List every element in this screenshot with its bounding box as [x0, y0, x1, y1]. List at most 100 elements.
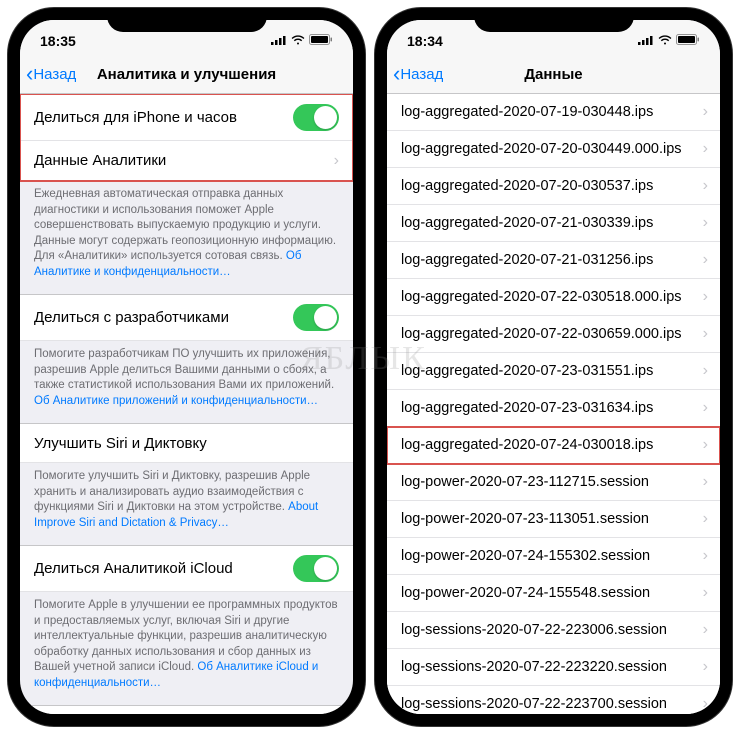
log-row[interactable]: log-power-2020-07-24-155302.session› — [387, 538, 720, 575]
chevron-right-icon: › — [703, 251, 708, 269]
group-improve-siri: Улучшить Siri и Диктовку — [20, 423, 353, 463]
settings-content: Делиться для iPhone и часов Данные Анали… — [20, 94, 353, 714]
chevron-right-icon: › — [703, 473, 708, 491]
chevron-right-icon: › — [703, 214, 708, 232]
log-row[interactable]: log-aggregated-2020-07-22-030518.000.ips… — [387, 279, 720, 316]
group-health-activity: «Здоровье» и «Активность» — [20, 705, 353, 714]
device-left: 18:35 ‹ Назад Аналитика и улучшения — [8, 8, 365, 726]
log-row[interactable]: log-power-2020-07-23-113051.session › — [387, 501, 720, 538]
status-time: 18:35 — [40, 33, 76, 49]
chevron-right-icon: › — [703, 695, 708, 713]
chevron-right-icon: › — [334, 152, 339, 170]
toggle-switch[interactable] — [293, 555, 339, 582]
log-row-label: log-aggregated-2020-07-20-030537.ips — [401, 178, 653, 194]
group-share-developers: Делиться с разработчиками — [20, 294, 353, 341]
screen-left: 18:35 ‹ Назад Аналитика и улучшения — [20, 20, 353, 714]
log-row-label: log-aggregated-2020-07-21-030339.ips — [401, 215, 653, 231]
log-row[interactable]: log-aggregated-2020-07-22-030659.000.ips… — [387, 316, 720, 353]
row-analytics-data[interactable]: Данные Аналитики › — [20, 141, 353, 181]
log-row-label: log-power-2020-07-24-155548.session — [401, 585, 650, 601]
chevron-right-icon: › — [703, 584, 708, 602]
chevron-right-icon: › — [703, 177, 708, 195]
wifi-icon — [658, 34, 672, 48]
log-row[interactable]: log-sessions-2020-07-22-223006.session › — [387, 612, 720, 649]
log-row-label: log-sessions-2020-07-22-223220.session — [401, 659, 667, 675]
row-label: Делиться Аналитикой iCloud — [34, 560, 233, 577]
log-row[interactable]: log-aggregated-2020-07-24-030018.ips › — [387, 427, 720, 464]
log-row[interactable]: log-aggregated-2020-07-20-030537.ips › — [387, 168, 720, 205]
signal-icon — [638, 34, 654, 48]
battery-icon — [676, 34, 700, 48]
log-row[interactable]: log-aggregated-2020-07-23-031551.ips › — [387, 353, 720, 390]
row-label: Делиться с разработчиками — [34, 309, 229, 326]
log-row[interactable]: log-power-2020-07-23-112715.session › — [387, 464, 720, 501]
group-icloud-analytics: Делиться Аналитикой iCloud — [20, 545, 353, 592]
chevron-right-icon: › — [703, 140, 708, 158]
log-row[interactable]: log-sessions-2020-07-22-223700.session › — [387, 686, 720, 714]
chevron-right-icon: › — [703, 362, 708, 380]
row-label: Улучшить Siri и Диктовку — [34, 435, 207, 452]
log-row[interactable]: log-power-2020-07-24-155548.session › — [387, 575, 720, 612]
log-row-label: log-sessions-2020-07-22-223700.session — [401, 696, 667, 712]
chevron-right-icon: › — [703, 436, 708, 454]
log-row[interactable]: log-aggregated-2020-07-21-031256.ips › — [387, 242, 720, 279]
back-button[interactable]: ‹ Назад — [26, 64, 76, 86]
log-row[interactable]: log-aggregated-2020-07-21-030339.ips › — [387, 205, 720, 242]
log-row[interactable]: log-sessions-2020-07-22-223220.session › — [387, 649, 720, 686]
log-row-label: log-aggregated-2020-07-24-030018.ips — [401, 437, 653, 453]
back-label: Назад — [33, 66, 76, 83]
status-icons — [271, 34, 333, 48]
chevron-left-icon: ‹ — [26, 63, 33, 85]
chevron-right-icon: › — [703, 103, 708, 121]
log-row[interactable]: log-aggregated-2020-07-20-030449.000.ips… — [387, 131, 720, 168]
log-row-label: log-power-2020-07-23-113051.session — [401, 511, 649, 527]
status-icons — [638, 34, 700, 48]
row-improve-siri[interactable]: Улучшить Siri и Диктовку — [20, 423, 353, 463]
chevron-left-icon: ‹ — [393, 63, 400, 85]
row-share-iphone-watch[interactable]: Делиться для iPhone и часов — [20, 94, 353, 141]
notch — [107, 8, 267, 32]
log-row-label: log-aggregated-2020-07-21-031256.ips — [401, 252, 653, 268]
log-row-label: log-aggregated-2020-07-22-030659.000.ips — [401, 326, 682, 342]
row-share-developers[interactable]: Делиться с разработчиками — [20, 294, 353, 341]
back-label: Назад — [400, 66, 443, 83]
back-button[interactable]: ‹ Назад — [393, 64, 443, 86]
group-footer: Ежедневная автоматическая отправка данны… — [20, 181, 353, 294]
signal-icon — [271, 34, 287, 48]
log-row-label: log-aggregated-2020-07-23-031551.ips — [401, 363, 653, 379]
chevron-right-icon: › — [703, 547, 708, 565]
log-row-label: log-aggregated-2020-07-22-030518.000.ips — [401, 289, 682, 305]
row-label: Делиться для iPhone и часов — [34, 109, 237, 126]
row-health-activity[interactable]: «Здоровье» и «Активность» — [20, 705, 353, 714]
footer-link[interactable]: Об Аналитике приложений и конфиденциальн… — [34, 395, 318, 407]
wifi-icon — [291, 34, 305, 48]
screen-right: 18:34 ‹ Назад Данные log-aggregated-2020… — [387, 20, 720, 714]
chevron-right-icon: › — [703, 288, 708, 306]
log-row-label: log-power-2020-07-23-112715.session — [401, 474, 649, 490]
row-label: Данные Аналитики — [34, 152, 166, 169]
toggle-switch[interactable] — [293, 304, 339, 331]
battery-icon — [309, 34, 333, 48]
log-row[interactable]: log-aggregated-2020-07-19-030448.ips › — [387, 94, 720, 131]
page-title: Данные — [524, 66, 582, 83]
toggle-switch[interactable] — [293, 104, 339, 131]
log-row-label: log-aggregated-2020-07-23-031634.ips — [401, 400, 653, 416]
chevron-right-icon: › — [703, 621, 708, 639]
nav-bar: ‹ Назад Аналитика и улучшения — [20, 56, 353, 94]
group-share-analytics: Делиться для iPhone и часов Данные Анали… — [20, 94, 353, 181]
data-log-list: log-aggregated-2020-07-19-030448.ips›log… — [387, 94, 720, 714]
group-footer: Помогите разработчикам ПО улучшить их пр… — [20, 341, 353, 423]
group-footer: Помогите улучшить Siri и Диктовку, разре… — [20, 463, 353, 545]
notch — [474, 8, 634, 32]
nav-bar: ‹ Назад Данные — [387, 56, 720, 94]
log-row-label: log-sessions-2020-07-22-223006.session — [401, 622, 667, 638]
row-icloud-analytics[interactable]: Делиться Аналитикой iCloud — [20, 545, 353, 592]
group-footer: Помогите Apple в улучшении ее программны… — [20, 592, 353, 705]
chevron-right-icon: › — [703, 658, 708, 676]
chevron-right-icon: › — [703, 399, 708, 417]
log-row-label: log-aggregated-2020-07-19-030448.ips — [401, 104, 653, 120]
log-row-label: log-aggregated-2020-07-20-030449.000.ips — [401, 141, 682, 157]
log-row[interactable]: log-aggregated-2020-07-23-031634.ips › — [387, 390, 720, 427]
chevron-right-icon: › — [703, 510, 708, 528]
status-time: 18:34 — [407, 33, 443, 49]
